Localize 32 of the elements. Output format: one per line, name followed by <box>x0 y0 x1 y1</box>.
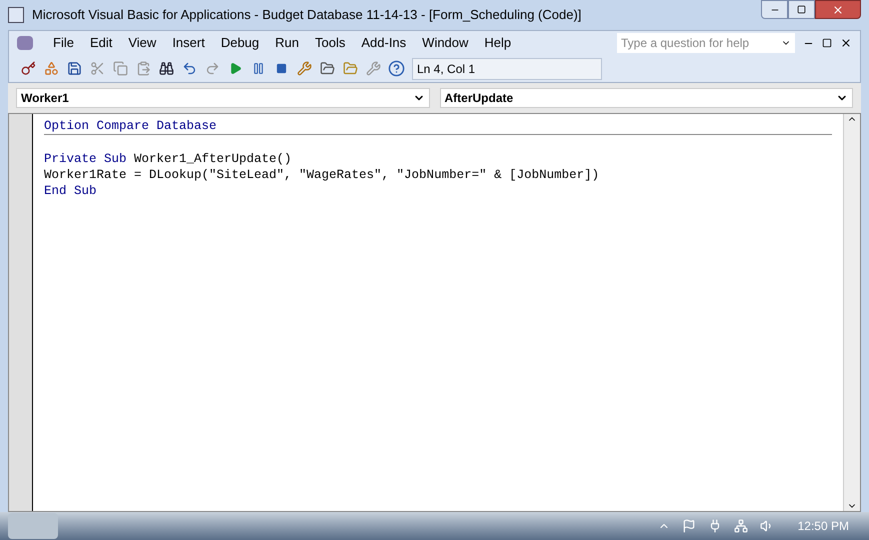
start-button[interactable] <box>8 513 58 539</box>
object-dropdown[interactable]: Worker1 <box>16 88 430 108</box>
menu-item[interactable]: Edit <box>82 33 120 53</box>
maximize-icon <box>797 5 806 14</box>
menu-item[interactable]: File <box>45 33 82 53</box>
maximize-button[interactable] <box>788 0 815 19</box>
clock-time: 12:50 PM <box>796 518 850 535</box>
close-icon <box>840 37 852 49</box>
code-line: Option Compare Database <box>44 119 217 133</box>
cursor-position: Ln 4, Col 1 <box>412 58 602 80</box>
code-editor[interactable]: Option Compare Database Private Sub Worker1_AfterUpdate() Worker1Rate = DLookup("SiteLead", "WageRates", "JobNumber=" & [JobNumber]) End Sub <box>33 114 843 511</box>
code-line: Worker1Rate = DLookup("SiteLead", "WageRates", "JobNumber=" & [JobNumber]) <box>44 168 600 182</box>
scrollbar[interactable] <box>843 114 860 511</box>
flag-icon <box>682 519 696 533</box>
code-line: End Sub <box>44 184 97 198</box>
restore-icon <box>822 38 832 48</box>
menu-item[interactable]: Tools <box>307 33 354 53</box>
menu-item[interactable]: Run <box>267 33 307 53</box>
menu-item[interactable]: Add-Ins <box>353 33 414 53</box>
close-button[interactable] <box>815 0 861 19</box>
menu-item[interactable]: Help <box>476 33 520 53</box>
window-title: Microsoft Visual Basic for Applications - Budget Database 11-14-13 - [Form_Scheduling (Code)] <box>32 6 582 24</box>
close-icon <box>832 4 844 16</box>
help-search-field[interactable]: Type a question for help <box>617 33 795 53</box>
menu-item[interactable]: Window <box>414 33 476 53</box>
network-icon <box>734 519 748 533</box>
app-icon <box>8 7 24 23</box>
menu-item[interactable]: View <box>120 33 164 53</box>
menu-item[interactable]: Insert <box>164 33 213 53</box>
menu-item[interactable]: Debug <box>212 33 268 53</box>
procedure-dropdown[interactable]: AfterUpdate <box>440 88 853 108</box>
code-line: Private Sub Worker1_AfterUpdate() <box>44 152 292 166</box>
